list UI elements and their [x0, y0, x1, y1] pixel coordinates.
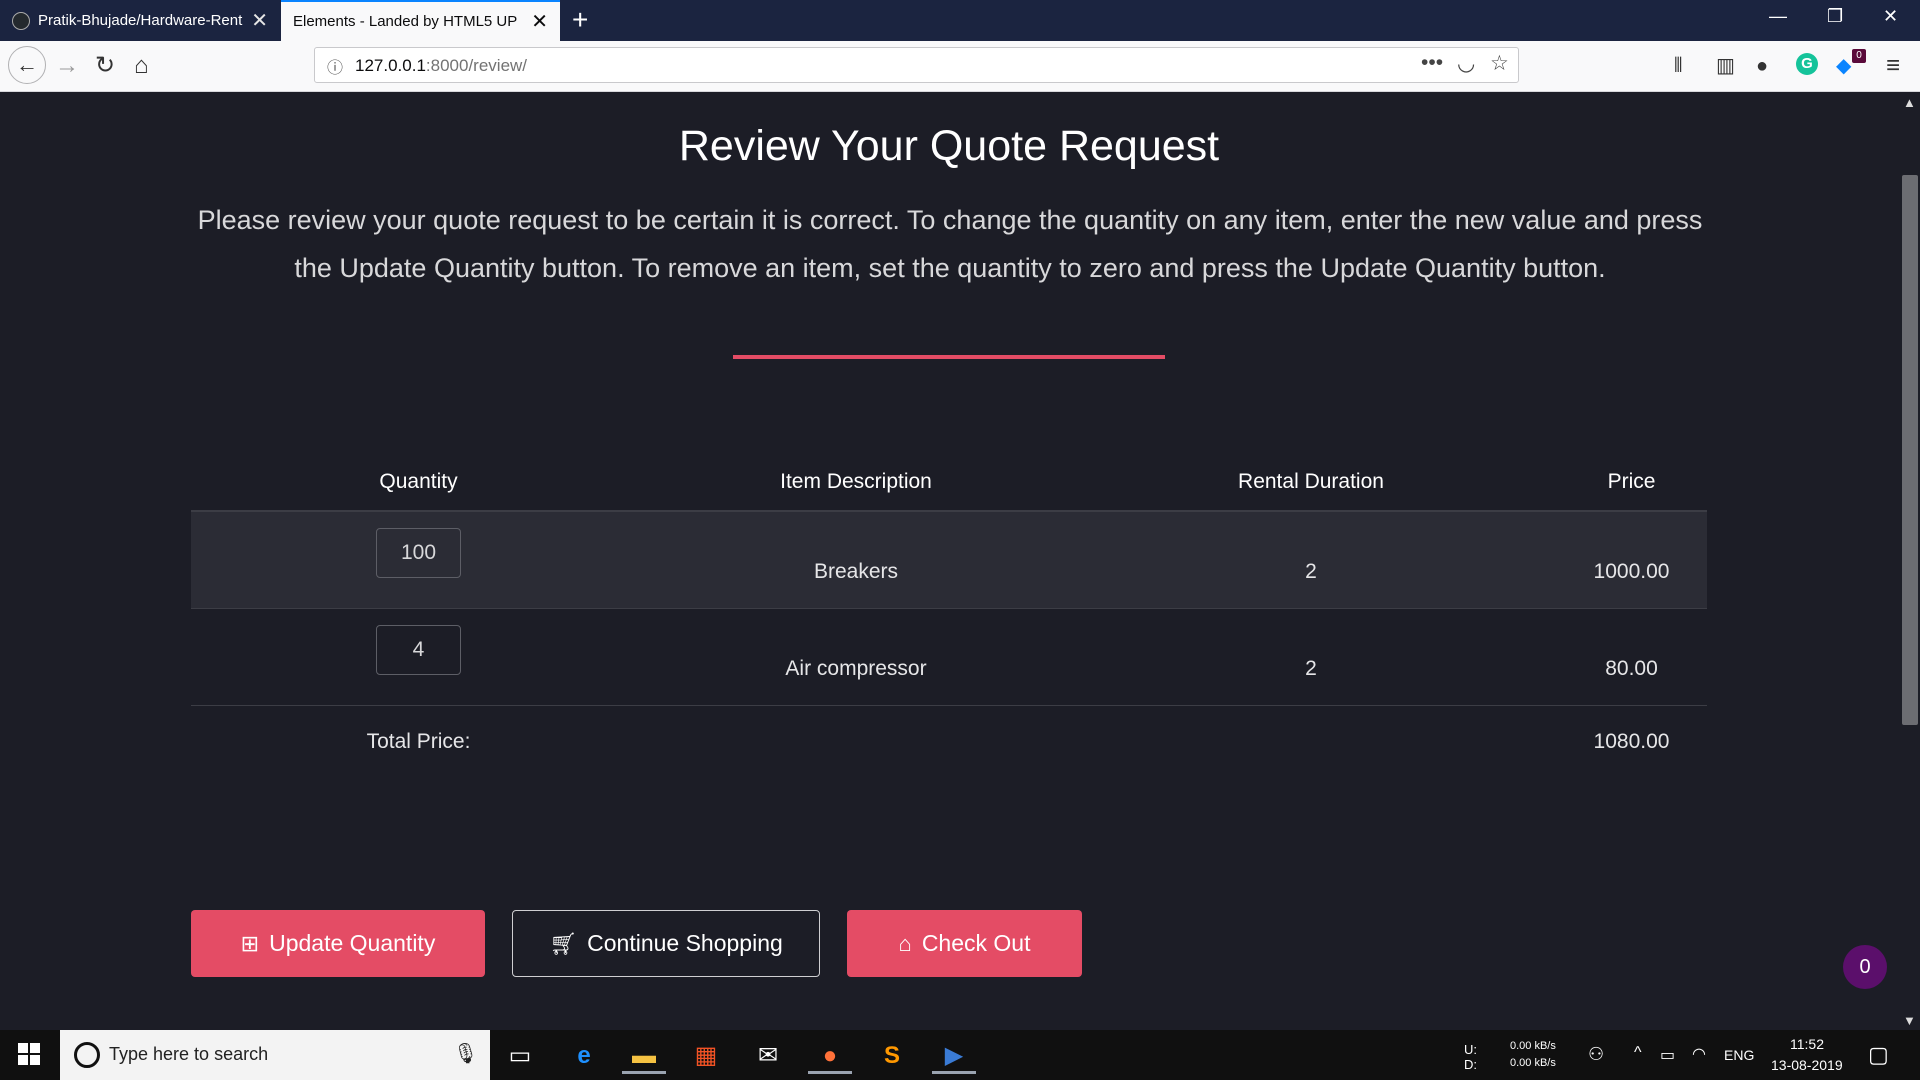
quantity-cell: [191, 511, 646, 608]
empty-cell: [646, 705, 1066, 778]
quantity-input[interactable]: [376, 528, 461, 579]
item-description: Breakers: [813, 559, 899, 583]
scroll-down-icon[interactable]: ▼: [1903, 1013, 1916, 1028]
quantity-cell: [191, 608, 646, 705]
update-quantity-button[interactable]: ⊞ Update Quantity: [191, 910, 485, 977]
powershell-icon[interactable]: ▶: [932, 1038, 976, 1074]
window-close-icon[interactable]: ✕: [1883, 6, 1898, 27]
close-icon[interactable]: ✕: [531, 9, 548, 34]
windows-taskbar: Type here to search 🎙︎ ▭ e ▬ ▦ ✉ ● S ▶ U…: [0, 1030, 1920, 1080]
scrollbar-thumb[interactable]: [1902, 175, 1918, 725]
check-out-label: Check Out: [921, 930, 1031, 956]
grammarly-icon[interactable]: G: [1796, 53, 1818, 75]
header-rental-duration: Rental Duration: [1066, 454, 1556, 512]
menu-icon[interactable]: ≡: [1886, 51, 1900, 81]
pocket-icon[interactable]: ◡: [1457, 51, 1475, 76]
firefox-icon[interactable]: ●: [808, 1038, 852, 1074]
wifi-icon[interactable]: ◠: [1692, 1044, 1706, 1064]
sublime-text-icon[interactable]: S: [870, 1038, 914, 1074]
github-icon: [12, 11, 30, 30]
table-row: Air compressor 2 80.00: [191, 608, 1707, 705]
tab-title: Pratik-Bhujade/Hardware-Rent: [38, 12, 243, 29]
quantity-input[interactable]: [376, 625, 461, 675]
rental-duration: 2: [1305, 559, 1317, 583]
rental-duration: 2: [1305, 656, 1317, 680]
windows-start-icon[interactable]: [18, 1043, 40, 1065]
extension-badge: 0: [1852, 49, 1866, 63]
chevron-up-icon[interactable]: ^: [1634, 1044, 1642, 1062]
check-out-button[interactable]: ⌂ Check Out: [847, 910, 1082, 977]
browser-tab-elements[interactable]: Elements - Landed by HTML5 UP ✕: [281, 0, 560, 41]
header-quantity: Quantity: [191, 454, 646, 512]
net-upload-rate: 0.00 kB/s: [1510, 1040, 1556, 1052]
microphone-icon[interactable]: 🎙︎: [453, 1041, 478, 1066]
minimize-icon[interactable]: —: [1769, 6, 1787, 27]
account-icon[interactable]: ●: [1756, 51, 1768, 81]
close-icon[interactable]: ✕: [251, 8, 268, 33]
notifications-icon[interactable]: ▢: [1868, 1042, 1889, 1068]
language-indicator[interactable]: ENG: [1724, 1047, 1754, 1063]
page-intro: Please review your quote request to be c…: [197, 205, 1703, 283]
continue-shopping-label: Continue Shopping: [587, 930, 783, 956]
reload-icon[interactable]: ↻: [95, 51, 115, 81]
people-icon[interactable]: ⚇: [1588, 1044, 1604, 1065]
page-title: Review Your Quote Request: [678, 122, 1220, 170]
update-quantity-label: Update Quantity: [269, 930, 436, 956]
empty-cell: [1066, 705, 1556, 778]
library-icon[interactable]: ⫴: [1674, 51, 1682, 81]
task-view-icon[interactable]: ▭: [498, 1038, 542, 1074]
table-row: Breakers 2 1000.00: [191, 511, 1707, 608]
browser-tab-github[interactable]: Pratik-Bhujade/Hardware-Rent ✕: [0, 0, 280, 41]
item-price: 1000.00: [1593, 559, 1670, 583]
new-tab-button[interactable]: +: [572, 4, 588, 36]
net-download-label: D:: [1464, 1057, 1477, 1072]
clock-time[interactable]: 11:52: [1790, 1036, 1824, 1052]
browser-toolbar: ← → ↻ ⌂ ⓘ 127.0.0.1:8000/review/ ••• ◡ ☆…: [0, 41, 1920, 92]
shopping-cart-icon: 🛒︎: [549, 930, 578, 956]
item-description: Air compressor: [785, 656, 927, 680]
edge-icon[interactable]: e: [562, 1038, 606, 1074]
clock-date[interactable]: 13-08-2019: [1771, 1057, 1843, 1073]
restore-icon[interactable]: ❐: [1827, 6, 1843, 27]
extension-icon[interactable]: ◆: [1836, 51, 1851, 81]
sidebar-icon[interactable]: ▥: [1716, 51, 1735, 81]
back-icon[interactable]: ←: [8, 46, 46, 84]
url-text[interactable]: 127.0.0.1:8000/review/: [355, 56, 527, 76]
file-explorer-icon[interactable]: ▬: [622, 1038, 666, 1074]
plus-square-icon: ⊞: [240, 930, 260, 956]
browser-tab-bar: Pratik-Bhujade/Hardware-Rent ✕ Elements …: [0, 0, 1920, 41]
battery-icon[interactable]: ▭: [1660, 1045, 1675, 1065]
home-icon[interactable]: ⌂: [134, 51, 149, 81]
net-download-rate: 0.00 kB/s: [1510, 1057, 1556, 1069]
table-header-row: Quantity Item Description Rental Duratio…: [191, 454, 1707, 512]
cortana-icon: [74, 1042, 100, 1068]
info-icon[interactable]: ⓘ: [327, 54, 343, 78]
net-upload-label: U:: [1464, 1042, 1477, 1057]
quote-table: Quantity Item Description Rental Duratio…: [191, 454, 1707, 778]
header-item-description: Item Description: [646, 454, 1066, 512]
header-price: Price: [1556, 454, 1707, 512]
home-icon: ⌂: [898, 930, 912, 956]
url-bar[interactable]: ⓘ 127.0.0.1:8000/review/ ••• ◡ ☆: [314, 47, 1519, 83]
bookmark-star-icon[interactable]: ☆: [1490, 51, 1509, 76]
accent-divider: [733, 355, 1165, 359]
item-price: 80.00: [1605, 656, 1658, 680]
search-placeholder: Type here to search: [109, 1044, 269, 1064]
total-label: Total Price:: [366, 729, 471, 753]
total-row: Total Price: 1080.00: [191, 705, 1707, 778]
mail-icon[interactable]: ✉: [746, 1038, 790, 1074]
tab-title: Elements - Landed by HTML5 UP: [293, 13, 518, 30]
store-icon[interactable]: ▦: [684, 1038, 728, 1074]
forward-icon[interactable]: →: [55, 51, 79, 81]
cart-count-badge[interactable]: 0: [1843, 945, 1887, 989]
continue-shopping-button[interactable]: 🛒︎ Continue Shopping: [512, 910, 820, 977]
taskbar-search-box[interactable]: Type here to search 🎙︎: [60, 1030, 490, 1080]
total-value: 1080.00: [1593, 729, 1670, 753]
scroll-up-icon[interactable]: ▲: [1903, 95, 1916, 110]
more-actions-icon[interactable]: •••: [1421, 51, 1443, 75]
